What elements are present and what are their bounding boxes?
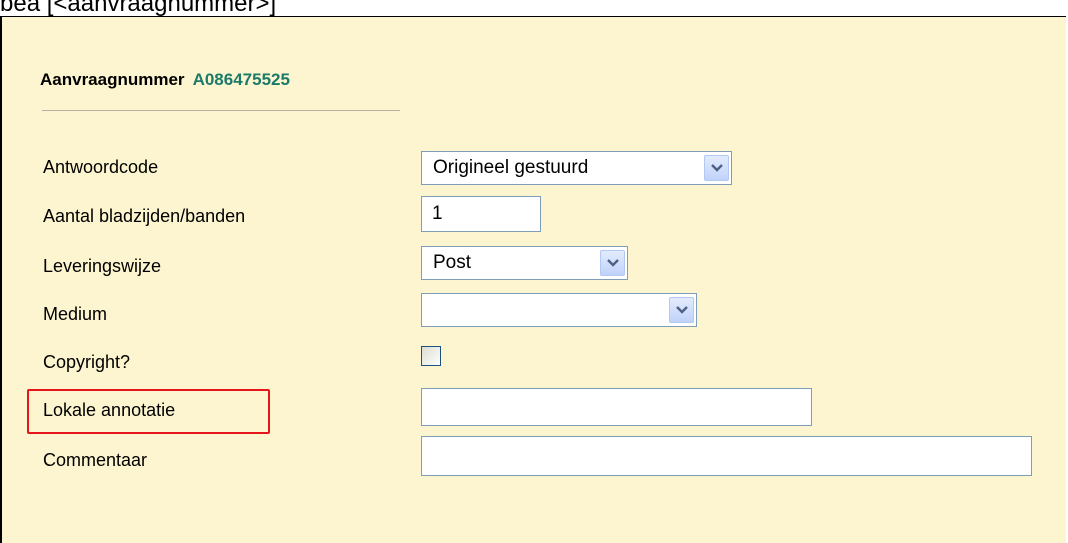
request-number-label: Aanvraagnummer [40,70,185,89]
leveringswijze-label: Leveringswijze [43,256,162,276]
page-heading-text: bea [<aanvraagnummer>] [0,0,277,16]
heading-divider [42,110,400,111]
top-strip: bea [<aanvraagnummer>] [0,0,1068,16]
leveringswijze-select[interactable]: Post [421,246,628,280]
chevron-down-icon[interactable] [704,155,729,181]
chevron-down-icon[interactable] [669,297,694,323]
copyright-label: Copyright? [43,352,131,372]
antwoordcode-label: Antwoordcode [43,157,159,177]
medium-label: Medium [43,304,108,324]
highlight-box [27,389,270,434]
copyright-checkbox[interactable] [421,346,441,366]
aantal-input[interactable]: 1 [421,196,541,232]
aantal-label: Aantal bladzijden/banden [43,206,246,226]
lokale-annotatie-input[interactable] [421,388,812,426]
leveringswijze-value: Post [433,252,472,273]
antwoordcode-select[interactable]: Origineel gestuurd [421,151,732,185]
request-number-value: A086475525 [192,70,290,89]
commentaar-input[interactable] [421,436,1032,476]
chevron-down-icon[interactable] [600,250,625,276]
aantal-value: 1 [432,203,443,224]
medium-select[interactable] [421,293,697,327]
antwoordcode-value: Origineel gestuurd [433,157,589,178]
commentaar-label: Commentaar [43,450,148,470]
request-heading: Aanvraagnummer A086475525 [40,70,290,90]
